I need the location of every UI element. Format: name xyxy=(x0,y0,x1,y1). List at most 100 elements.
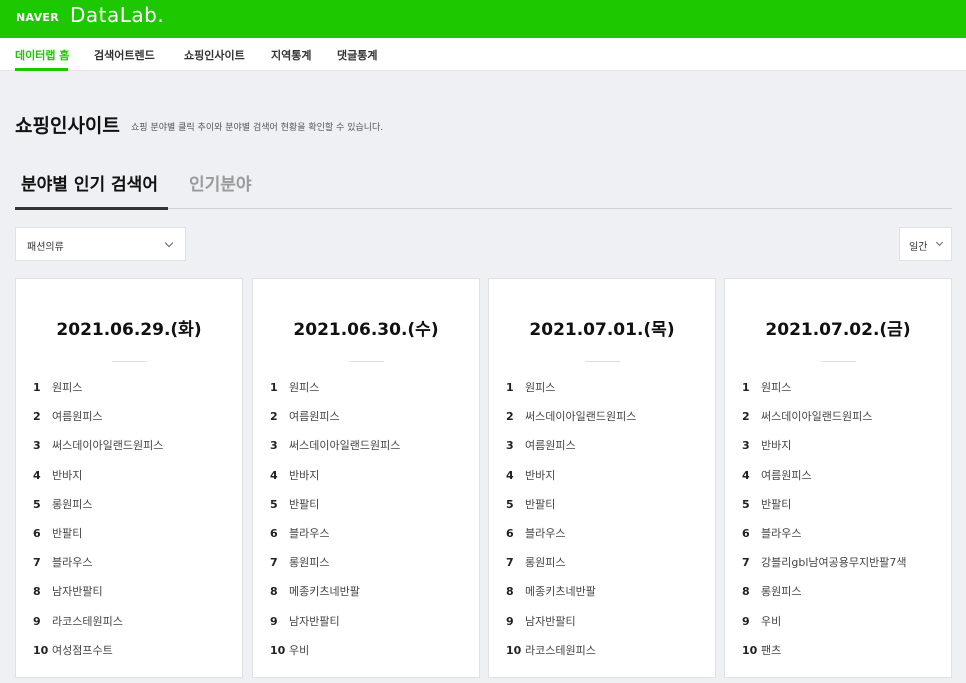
rank-number: 5 xyxy=(506,497,514,511)
card-date: 2021.06.29.(화) xyxy=(56,320,202,340)
rank-number: 4 xyxy=(506,468,514,482)
keyword-rank-item[interactable]: 9 우비 xyxy=(742,613,947,642)
keyword-rank-item[interactable]: 3 여름원피스 xyxy=(506,437,711,466)
page-description: 쇼핑 분야별 클릭 추이와 분야별 검색어 현황을 확인할 수 있습니다. xyxy=(131,123,384,133)
keyword-rank-item[interactable]: 9 라코스테원피스 xyxy=(33,613,238,642)
keyword-rank-item[interactable]: 2 여름원피스 xyxy=(270,408,475,437)
rank-number: 9 xyxy=(270,614,278,628)
rank-keyword: 롱원피스 xyxy=(52,497,93,511)
rank-keyword: 원피스 xyxy=(525,381,556,394)
ranking-card-2: 2021.06.30.(수) 1 원피스 2 여름원피스 3 써스데이아일랜드원피스 4 반바… xyxy=(252,278,480,678)
keyword-rank-item[interactable]: 9 남자반팔티 xyxy=(506,613,711,642)
keyword-rank-item[interactable]: 1 원피스 xyxy=(33,379,238,408)
rank-number: 10 xyxy=(506,643,522,657)
category-select[interactable]: 패션의류 xyxy=(15,227,186,261)
keyword-rank-item[interactable]: 2 여름원피스 xyxy=(33,408,238,437)
keyword-rank-item[interactable]: 2 써스데이아일랜드원피스 xyxy=(506,408,711,437)
keyword-rank-item[interactable]: 7 롱원피스 xyxy=(270,554,475,583)
keyword-rank-item[interactable]: 6 블라우스 xyxy=(270,525,475,554)
keyword-rank-item[interactable]: 10 여성점프수트 xyxy=(33,642,238,671)
keyword-rank-item[interactable]: 5 반팔티 xyxy=(506,496,711,525)
keyword-rank-item[interactable]: 7 블라우스 xyxy=(33,554,238,583)
keyword-rank-item[interactable]: 6 반팔티 xyxy=(33,525,238,554)
rank-keyword: 반팔티 xyxy=(525,497,556,511)
keyword-rank-item[interactable]: 4 반바지 xyxy=(270,467,475,496)
naver-logo[interactable]: NAVER xyxy=(16,11,59,24)
rank-keyword: 롱원피스 xyxy=(761,585,802,599)
rank-number: 3 xyxy=(506,439,514,453)
rank-keyword: 여름원피스 xyxy=(289,410,340,424)
ranking-card-4: 2021.07.02.(금) 1 원피스 2 써스데이아일랜드원피스 3 반바지 4 여름원피… xyxy=(724,278,952,678)
nav-datalab-home[interactable]: 데이터랩 홈 xyxy=(15,47,69,63)
keyword-rank-item[interactable]: 3 반바지 xyxy=(742,437,947,466)
rank-keyword: 반팔티 xyxy=(52,526,83,540)
card-date: 2021.07.02.(금) xyxy=(765,320,911,340)
rank-number: 2 xyxy=(506,410,514,424)
keyword-rank-item[interactable]: 9 남자반팔티 xyxy=(270,613,475,642)
keyword-rank-item[interactable]: 1 원피스 xyxy=(742,379,947,408)
tab-popular-categories[interactable]: 인기분야 xyxy=(189,170,252,195)
nav-search-trend[interactable]: 검색어트렌드 xyxy=(94,47,155,63)
page-title: 쇼핑인사이트 xyxy=(15,115,120,137)
rank-list: 1 원피스 2 써스데이아일랜드원피스 3 반바지 4 여름원피스 5 반팔티 6 블라우스 7 강블리g… xyxy=(742,379,947,671)
ranking-card-3: 2021.07.01.(목) 1 원피스 2 써스데이아일랜드원피스 3 여름원피스 4 반바… xyxy=(488,278,716,678)
rank-number: 4 xyxy=(270,468,278,482)
rank-number: 5 xyxy=(33,497,41,511)
nav-shopping-insight[interactable]: 쇼핑인사이트 xyxy=(184,47,245,63)
keyword-rank-item[interactable]: 8 메종키츠네반팔 xyxy=(270,583,475,612)
keyword-rank-item[interactable]: 6 블라우스 xyxy=(506,525,711,554)
rank-keyword: 블라우스 xyxy=(52,556,93,570)
rank-keyword: 블라우스 xyxy=(525,526,566,540)
rank-keyword: 우비 xyxy=(761,614,782,628)
keyword-rank-item[interactable]: 8 남자반팔티 xyxy=(33,583,238,612)
tab-popular-keywords[interactable]: 분야별 인기 검색어 xyxy=(21,170,158,195)
rank-number: 2 xyxy=(33,410,41,424)
keyword-rank-item[interactable]: 8 메종키츠네반팔 xyxy=(506,583,711,612)
keyword-rank-item[interactable]: 8 롱원피스 xyxy=(742,583,947,612)
rank-keyword: 메종키츠네반팔 xyxy=(525,585,596,599)
keyword-rank-item[interactable]: 6 블라우스 xyxy=(742,525,947,554)
keyword-rank-item[interactable]: 3 써스데이아일랜드원피스 xyxy=(270,437,475,466)
keyword-rank-item[interactable]: 3 써스데이아일랜드원피스 xyxy=(33,437,238,466)
nav-comment-stats[interactable]: 댓글통계 xyxy=(337,47,377,63)
rank-keyword: 남자반팔티 xyxy=(525,614,576,628)
keyword-rank-item[interactable]: 10 우비 xyxy=(270,642,475,671)
rank-number: 1 xyxy=(33,381,41,394)
rank-keyword: 반바지 xyxy=(52,468,83,482)
rank-keyword: 우비 xyxy=(289,643,310,657)
card-date: 2021.07.01.(목) xyxy=(529,320,675,340)
nav-regional-stats[interactable]: 지역통계 xyxy=(271,47,311,63)
rank-list: 1 원피스 2 써스데이아일랜드원피스 3 여름원피스 4 반바지 5 반팔티 6 블라우스 7 롱원피스… xyxy=(506,379,711,671)
keyword-rank-item[interactable]: 5 반팔티 xyxy=(742,496,947,525)
keyword-rank-item[interactable]: 1 원피스 xyxy=(270,379,475,408)
keyword-rank-item[interactable]: 2 써스데이아일랜드원피스 xyxy=(742,408,947,437)
rank-keyword: 메종키츠네반팔 xyxy=(289,585,360,599)
keyword-rank-item[interactable]: 1 원피스 xyxy=(506,379,711,408)
rank-keyword: 반팔티 xyxy=(289,497,320,511)
rank-number: 1 xyxy=(742,381,750,394)
rank-number: 5 xyxy=(270,497,278,511)
rank-keyword: 반바지 xyxy=(761,439,792,453)
period-select[interactable]: 일간 xyxy=(899,227,952,261)
rank-keyword: 롱원피스 xyxy=(525,556,566,570)
keyword-rank-item[interactable]: 7 강블리gbl남여공용무지반팔7색 xyxy=(742,554,947,583)
rank-keyword: 써스데이아일랜드원피스 xyxy=(52,439,164,453)
keyword-rank-item[interactable]: 7 롱원피스 xyxy=(506,554,711,583)
keyword-rank-item[interactable]: 4 반바지 xyxy=(33,467,238,496)
main-nav: 데이터랩 홈 검색어트렌드 쇼핑인사이트 지역통계 댓글통계 xyxy=(0,38,966,71)
rank-number: 6 xyxy=(33,526,41,540)
category-select-value: 패션의류 xyxy=(27,242,64,253)
card-divider xyxy=(349,361,384,362)
datalab-logo[interactable]: DataLab. xyxy=(70,3,164,27)
card-date: 2021.06.30.(수) xyxy=(293,320,439,340)
rank-number: 4 xyxy=(742,468,750,482)
chevron-down-icon xyxy=(935,238,944,247)
keyword-rank-item[interactable]: 5 반팔티 xyxy=(270,496,475,525)
keyword-rank-item[interactable]: 10 팬츠 xyxy=(742,642,947,671)
rank-keyword: 여름원피스 xyxy=(761,468,812,482)
keyword-rank-item[interactable]: 4 반바지 xyxy=(506,467,711,496)
keyword-rank-item[interactable]: 5 롱원피스 xyxy=(33,496,238,525)
keyword-rank-item[interactable]: 10 라코스테원피스 xyxy=(506,642,711,671)
rank-number: 4 xyxy=(33,468,41,482)
keyword-rank-item[interactable]: 4 여름원피스 xyxy=(742,467,947,496)
